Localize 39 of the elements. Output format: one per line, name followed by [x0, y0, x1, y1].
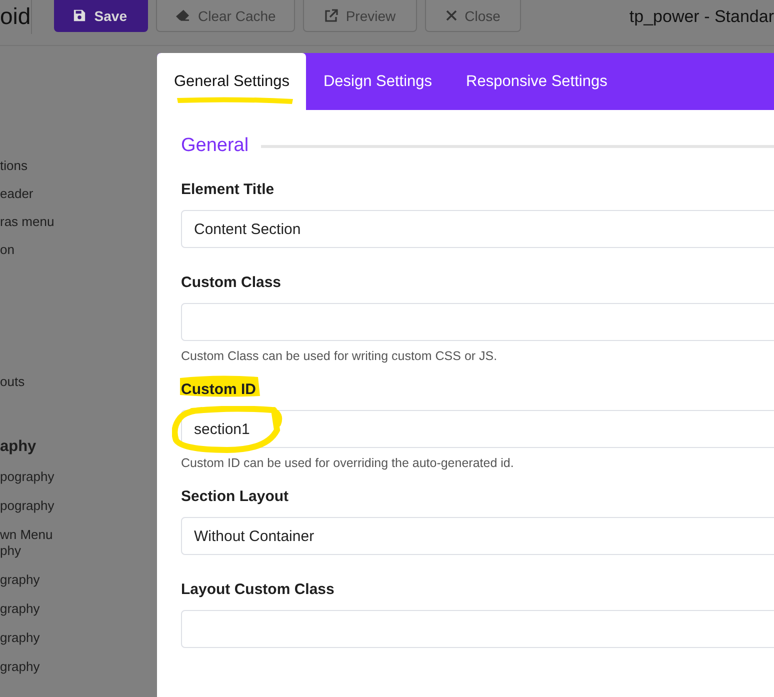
toolbar-button[interactable]: Preview: [302, 0, 417, 32]
help-text: Custom ID can be used for overriding the auto-generated id.: [181, 456, 515, 470]
text-field[interactable]: section1: [181, 410, 774, 448]
section-title: General: [181, 135, 249, 157]
text-field[interactable]: Without Container: [181, 517, 774, 555]
sidebar-item[interactable]: wn Menu phy: [0, 527, 157, 559]
document-title: tp_power - Standar: [629, 7, 774, 27]
sidebar-item[interactable]: pography: [0, 469, 157, 485]
sidebar-item[interactable]: eader: [0, 186, 157, 202]
settings-tab[interactable]: General Settings: [157, 53, 306, 110]
settings-tab[interactable]: Design Settings: [306, 53, 450, 110]
settings-tab[interactable]: Responsive Settings: [449, 53, 624, 110]
save-icon: [73, 9, 86, 22]
brand-name: oid: [0, 3, 31, 30]
sidebar-item[interactable]: on: [0, 242, 157, 258]
sidebar-item[interactable]: tions: [0, 158, 157, 174]
toolbar-button[interactable]: Clear Cache: [156, 0, 295, 32]
field-label: Section Layout: [181, 488, 289, 505]
close-icon: [446, 10, 457, 21]
sidebar-heading: aphy: [0, 438, 38, 456]
toolbar-button[interactable]: Save: [54, 0, 148, 32]
sidebar-item[interactable]: graphy: [0, 659, 157, 675]
sidebar-item[interactable]: graphy: [0, 601, 157, 617]
external-link-icon: [324, 8, 338, 22]
sidebar-item[interactable]: outs: [0, 374, 157, 390]
field-label: Custom Class: [181, 274, 282, 291]
field-label: Layout Custom Class: [181, 581, 334, 598]
sidebar-item[interactable]: pography: [0, 498, 157, 514]
toolbar-button[interactable]: Close: [424, 0, 522, 32]
sidebar-item[interactable]: graphy: [0, 572, 157, 588]
field-label: Element Title: [181, 181, 274, 198]
sidebar-item[interactable]: graphy: [0, 630, 157, 646]
field-label: Custom ID: [181, 381, 256, 398]
text-field[interactable]: [181, 303, 774, 341]
text-field[interactable]: Content Section: [181, 210, 774, 248]
sidebar-item[interactable]: ras menu: [0, 214, 157, 230]
text-field[interactable]: [181, 610, 774, 648]
eraser-icon: [174, 9, 190, 22]
help-text: Custom Class can be used for writing custom CSS or JS.: [181, 349, 498, 363]
